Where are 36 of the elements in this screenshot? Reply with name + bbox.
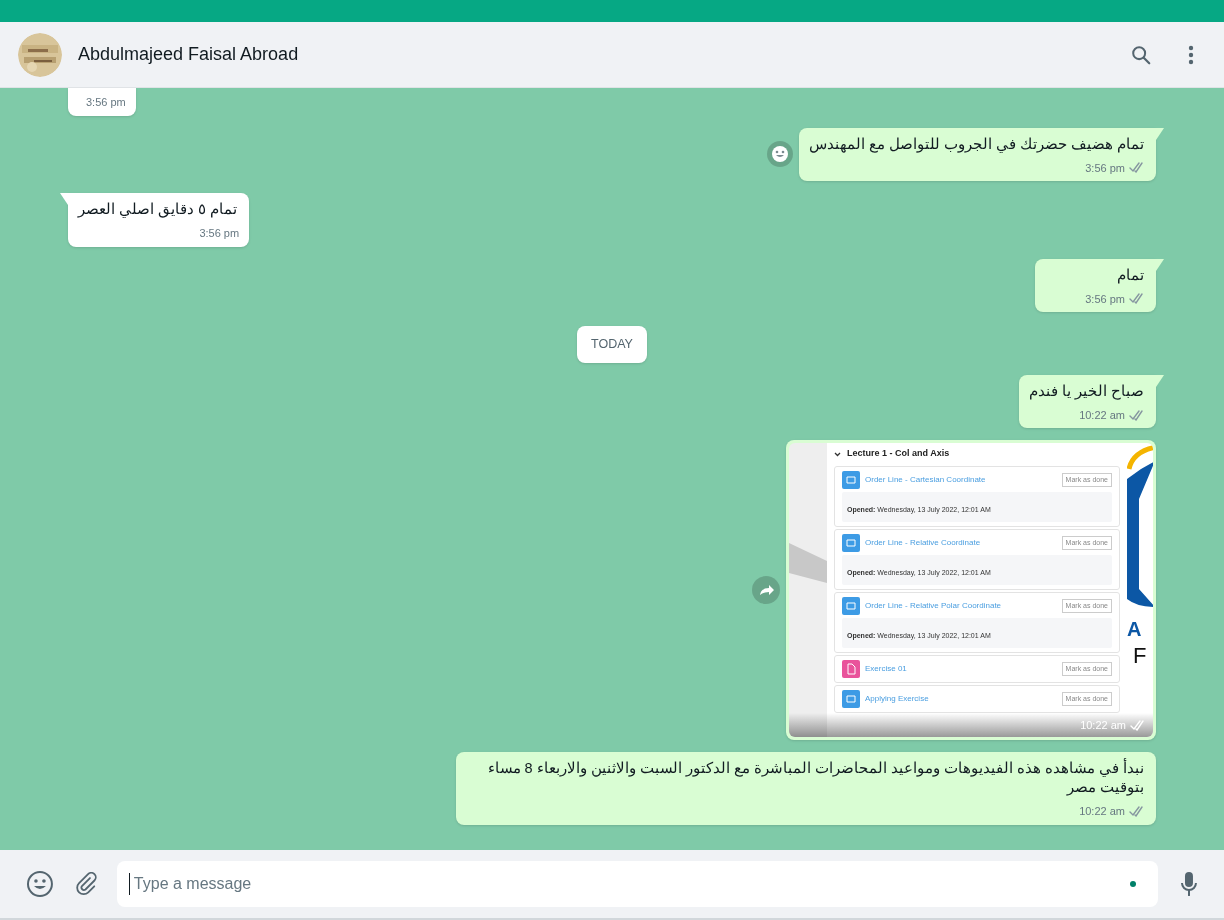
message-text: نبدأ في مشاهده هذه الفيديوهات ومواعيد المحاضرات المباشرة مع الدكتور السبت والاثنين والاربعاء 8 مساء بتوقيت مصر <box>486 759 1145 798</box>
message-time: 10:22 am <box>1079 804 1125 820</box>
message-time: 3:56 pm <box>1085 291 1125 307</box>
page-icon <box>842 596 860 615</box>
paperclip-icon[interactable] <box>73 872 98 896</box>
message-text: تمام هضيف حضرتك في الجروب للتواصل مع المهندس <box>808 134 1145 154</box>
message-time: 3:56 pm <box>1085 160 1125 176</box>
activity-link[interactable]: Applying Exercise <box>865 692 1057 705</box>
search-icon[interactable] <box>1130 43 1152 66</box>
contact-name[interactable]: Abdulmajeed Faisal Abroad <box>78 41 299 68</box>
message-text: تمام <box>1116 265 1145 285</box>
logo-letter: A <box>1127 619 1142 640</box>
microphone-icon[interactable] <box>1180 871 1198 897</box>
message-time: 10:22 am <box>1080 717 1126 733</box>
section-title: Lecture 1 - Col and Axis <box>847 447 950 461</box>
text-cursor <box>128 873 130 895</box>
page-icon <box>842 689 860 708</box>
activity-link[interactable]: Order Line - Relative Polar Coordinate <box>865 599 1057 612</box>
chevron-down-icon[interactable] <box>834 451 841 457</box>
emoji-icon[interactable] <box>26 870 54 898</box>
logo-letter: F <box>1133 645 1147 668</box>
message-text: صباح الخير يا فندم <box>1028 381 1145 401</box>
message-input[interactable]: Type a message <box>116 861 1159 907</box>
activity-link[interactable]: Exercise 01 <box>865 662 1057 675</box>
menu-icon[interactable] <box>1188 44 1194 65</box>
activity-link[interactable]: Order Line - Cartesian Coordinate <box>865 473 1057 486</box>
message-text: تمام ٥ دقايق اصلي العصر <box>78 200 239 219</box>
page-icon <box>842 533 860 552</box>
forward-icon[interactable] <box>752 576 780 605</box>
emoji-icon[interactable] <box>766 141 793 168</box>
file-icon <box>842 659 860 678</box>
message-time: 3:56 pm <box>86 95 126 110</box>
page-icon <box>842 470 860 489</box>
activity-link[interactable]: Order Line - Relative Coordinate <box>865 536 1057 549</box>
message-time: 10:22 am <box>1079 407 1125 423</box>
message-time: 3:56 pm <box>199 226 240 241</box>
